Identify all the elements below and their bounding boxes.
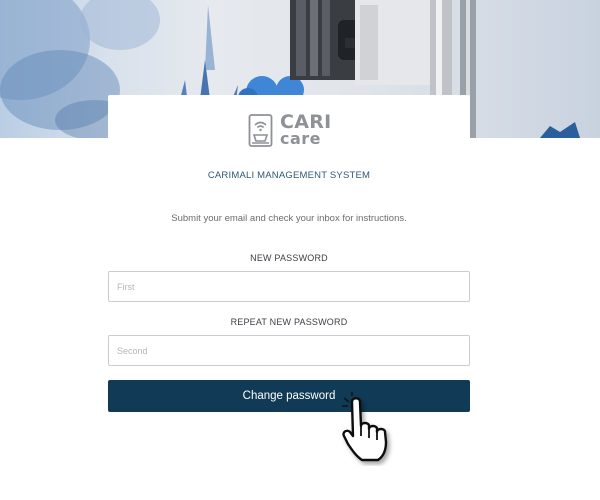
repeat-password-input[interactable] bbox=[108, 335, 470, 366]
hand-pointer-icon bbox=[340, 392, 420, 466]
system-name: CARIMALI MANAGEMENT SYSTEM bbox=[207, 170, 371, 181]
logo-wordmark-care: care bbox=[280, 129, 322, 148]
coffee-machine-wifi-icon bbox=[248, 114, 273, 147]
new-password-label: NEW PASSWORD bbox=[250, 253, 328, 263]
new-password-input[interactable] bbox=[108, 271, 470, 302]
instructions-text: Submit your email and check your inbox f… bbox=[171, 213, 407, 224]
repeat-password-label: REPEAT NEW PASSWORD bbox=[230, 317, 348, 327]
